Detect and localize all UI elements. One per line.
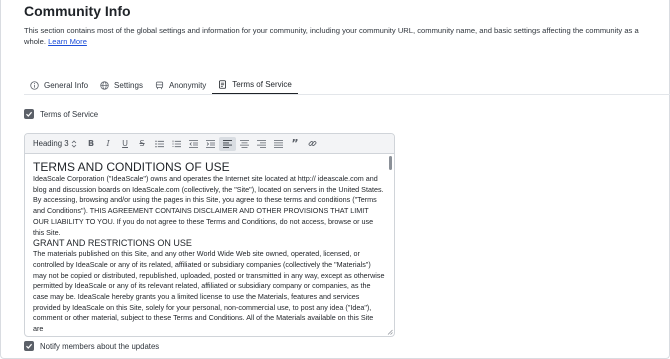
link-icon[interactable] bbox=[304, 137, 321, 151]
info-circle-icon bbox=[30, 80, 39, 90]
resize-handle-icon[interactable] bbox=[387, 329, 393, 335]
tab-label: Terms of Service bbox=[232, 80, 292, 89]
checkmark-icon bbox=[26, 111, 33, 117]
checkbox-label: Notify members about the updates bbox=[40, 341, 160, 351]
align-right-icon[interactable] bbox=[253, 137, 270, 151]
align-left-icon[interactable] bbox=[218, 136, 236, 151]
rich-text-editor[interactable]: Heading 3 B I U S ” TERMS AND CONDITIONS… bbox=[24, 133, 395, 337]
learn-more-link[interactable]: Learn More bbox=[48, 37, 87, 46]
car-icon bbox=[155, 81, 164, 90]
globe-icon bbox=[100, 80, 109, 90]
editor-toolbar: Heading 3 B I U S ” bbox=[25, 134, 394, 154]
heading-select[interactable]: Heading 3 bbox=[33, 139, 77, 148]
editor-content[interactable]: TERMS AND CONDITIONS OF USE IdeaScale Co… bbox=[33, 161, 385, 335]
underline-icon[interactable]: U bbox=[117, 137, 134, 151]
terms-paragraph: IdeaScale Corporation ("IdeaScale") owns… bbox=[33, 174, 384, 237]
outdent-icon[interactable] bbox=[185, 137, 202, 151]
align-center-icon[interactable] bbox=[236, 137, 253, 151]
notify-checkbox-row: Notify members about the updates bbox=[24, 341, 159, 351]
checkbox-label: Terms of Service bbox=[40, 109, 99, 119]
indent-icon[interactable] bbox=[202, 137, 219, 151]
align-justify-icon[interactable] bbox=[270, 137, 287, 151]
grant-paragraph: The materials published on this Site, an… bbox=[33, 249, 385, 334]
terms-of-service-checkbox[interactable] bbox=[24, 109, 34, 119]
checkmark-icon bbox=[26, 343, 33, 349]
tab-settings[interactable]: Settings bbox=[94, 76, 149, 94]
notify-checkbox[interactable] bbox=[24, 341, 34, 351]
tab-label: Settings bbox=[114, 80, 143, 90]
page-title: Community Info bbox=[24, 3, 131, 19]
tab-terms-of-service[interactable]: Terms of Service bbox=[212, 76, 298, 94]
updown-chevron-icon bbox=[71, 139, 76, 148]
grant-heading: GRANT AND RESTRICTIONS ON USE bbox=[33, 238, 192, 249]
italic-icon[interactable]: I bbox=[100, 137, 117, 151]
strikethrough-icon[interactable]: S bbox=[134, 137, 151, 151]
document-icon bbox=[218, 80, 227, 89]
tabs-divider bbox=[24, 94, 670, 95]
tab-anonymity[interactable]: Anonymity bbox=[149, 76, 212, 94]
heading-select-value: Heading 3 bbox=[33, 139, 69, 148]
bullet-list-icon[interactable] bbox=[151, 137, 168, 151]
editor-scrollbar[interactable] bbox=[388, 155, 393, 336]
bold-icon[interactable]: B bbox=[83, 137, 100, 151]
description-text: This section contains most of the global… bbox=[24, 26, 639, 46]
scrollbar-thumb[interactable] bbox=[389, 156, 392, 170]
tab-bar: General Info Settings Anonymity Terms of… bbox=[24, 76, 298, 94]
tab-label: Anonymity bbox=[168, 80, 207, 90]
quote-icon[interactable]: ” bbox=[287, 137, 304, 151]
numbered-list-icon[interactable] bbox=[168, 137, 185, 151]
tab-general-info[interactable]: General Info bbox=[24, 76, 94, 94]
page-description: This section contains most of the global… bbox=[24, 25, 646, 47]
terms-of-service-checkbox-row: Terms of Service bbox=[24, 109, 98, 119]
terms-heading: TERMS AND CONDITIONS OF USE bbox=[33, 160, 230, 174]
tab-label: General Info bbox=[44, 80, 89, 90]
